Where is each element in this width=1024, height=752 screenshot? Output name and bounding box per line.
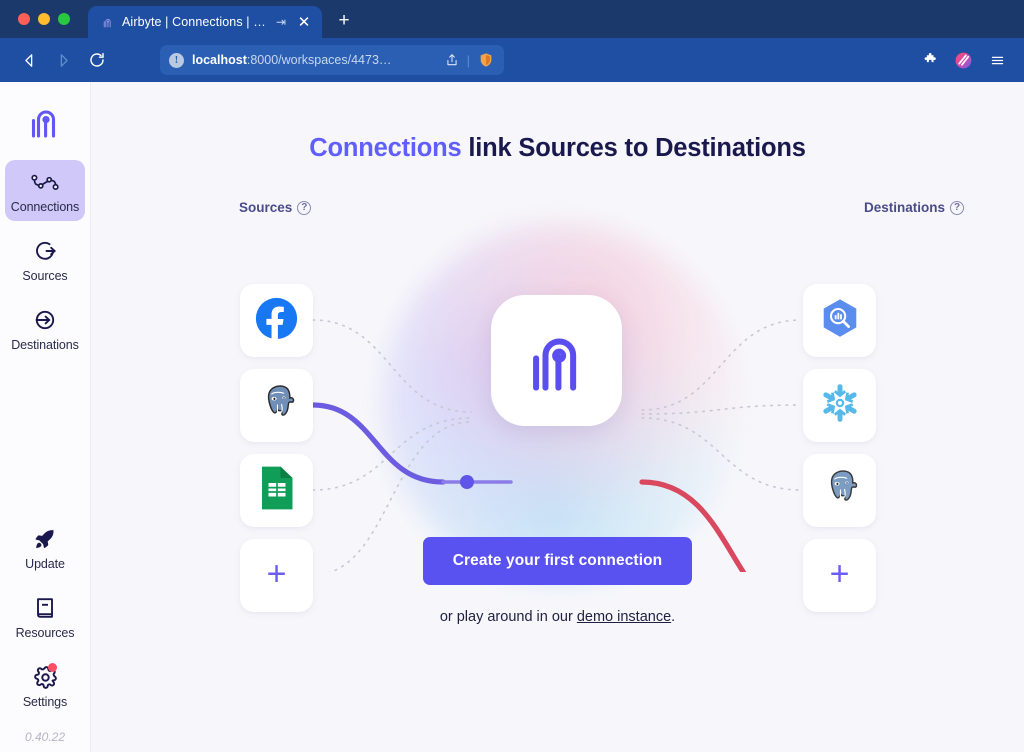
browser-toolbar: ! localhost:8000/workspaces/4473… | [0,38,1024,82]
facebook-icon [254,296,299,346]
sidebar-item-destinations[interactable]: Destinations [5,298,85,359]
destinations-column-label: Destinations ? [864,200,964,215]
demo-text-prefix: or play around in our [439,609,577,625]
book-icon [33,595,57,621]
column-headers: Sources ? Destinations ? [91,200,1024,215]
source-connection-node [460,475,474,489]
omnibox-separator: | [466,52,470,68]
sidebar-bottom-group: Update Resources Settings 0.40.22 [0,517,90,744]
browser-window: Airbyte | Connections | Faker ⇥ ✕ + ! lo… [0,0,1024,752]
demo-text-suffix: . [671,609,676,625]
close-window-button[interactable] [18,13,30,25]
hamburger-menu-icon[interactable] [989,53,1006,68]
snowflake-icon [818,381,862,430]
postgres-elephant-icon [817,465,863,516]
sources-label-text: Sources [239,200,293,215]
postgres-elephant-icon [254,380,300,431]
gear-icon [33,663,58,690]
main-content: Connections link Sources to Destinations… [91,82,1024,752]
destination-card-bigquery[interactable] [803,284,876,357]
app-sidebar: Connections Sources Destinations Update … [0,82,91,752]
source-card-facebook[interactable] [240,284,313,357]
cta-section: Create your first connection or play aro… [91,537,1024,625]
tab-overflow-arrow-icon: ⇥ [276,15,287,29]
demo-instance-text: or play around in our demo instance. [440,609,675,625]
sidebar-item-label: Connections [10,200,80,214]
airbyte-favicon [100,15,115,30]
window-controls[interactable] [18,13,70,25]
puzzle-piece-icon[interactable] [922,52,938,68]
airbyte-logo[interactable] [23,100,67,144]
address-bar[interactable]: ! localhost:8000/workspaces/4473… | [160,45,504,75]
settings-notification-badge [47,663,57,672]
connections-diagram: + + [91,222,1024,612]
page-viewport: Connections Sources Destinations Update … [0,82,1024,752]
url-text: localhost:8000/workspaces/4473… [192,53,437,67]
help-icon[interactable]: ? [950,200,964,215]
demo-instance-link[interactable]: demo instance [577,609,671,625]
connections-icon [30,169,60,195]
url-path: :8000/workspaces/4473… [246,53,392,67]
sidebar-item-label: Update [25,557,65,571]
sidebar-item-label: Sources [22,269,68,283]
minimize-window-button[interactable] [38,13,50,25]
sidebar-item-sources[interactable]: Sources [5,229,85,290]
app-version: 0.40.22 [24,730,66,744]
page-title: Connections link Sources to Destinations [91,134,1024,163]
site-info-icon[interactable]: ! [169,52,184,68]
url-host: localhost [192,53,247,67]
brave-shields-icon[interactable] [478,52,495,69]
titlebar: Airbyte | Connections | Faker ⇥ ✕ + [0,0,1024,38]
bigquery-icon [817,295,863,346]
sources-column-label: Sources ? [239,200,312,215]
share-icon[interactable] [445,53,459,67]
sidebar-item-label: Settings [22,695,68,709]
source-card-google-sheets[interactable] [240,454,313,527]
destination-card-snowflake[interactable] [803,369,876,442]
destination-card-postgres[interactable] [803,454,876,527]
sidebar-item-label: Resources [15,626,75,640]
help-icon[interactable]: ? [297,200,312,215]
toolbar-right-actions [922,51,1010,70]
sidebar-item-label: Destinations [11,338,79,352]
sources-icon [32,238,58,264]
source-card-postgres[interactable] [240,369,313,442]
maximize-window-button[interactable] [58,13,70,25]
create-first-connection-button[interactable]: Create your first connection [422,537,693,585]
sidebar-item-connections[interactable]: Connections [5,160,85,221]
brave-rewards-icon[interactable] [954,51,973,70]
tab-airbyte-connections[interactable]: Airbyte | Connections | Faker ⇥ ✕ [88,6,323,38]
page-title-rest: link Sources to Destinations [461,134,806,162]
airbyte-hub-logo [491,295,622,426]
new-tab-button[interactable]: + [330,7,358,35]
destinations-label-text: Destinations [863,200,945,215]
back-button[interactable] [14,45,44,75]
destinations-icon [32,307,58,333]
page-title-accent: Connections [309,134,462,162]
close-tab-button[interactable]: ✕ [295,13,313,31]
rocket-icon [33,526,57,552]
google-sheets-icon [258,465,296,516]
tab-title: Airbyte | Connections | Faker [122,15,272,29]
sidebar-item-resources[interactable]: Resources [5,586,85,647]
forward-button[interactable] [48,45,78,75]
reload-button[interactable] [82,45,112,75]
sidebar-item-update[interactable]: Update [5,517,85,578]
sidebar-item-settings[interactable]: Settings [5,655,85,716]
